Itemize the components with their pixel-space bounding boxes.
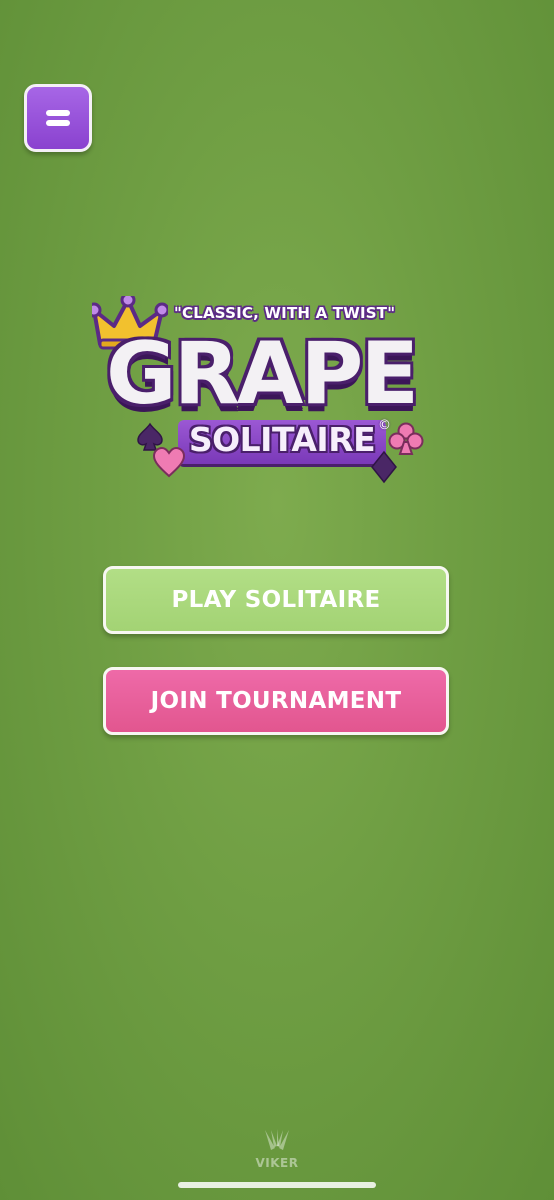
logo-title: GRAPE bbox=[106, 324, 419, 424]
join-tournament-button[interactable]: JOIN TOURNAMENT bbox=[103, 667, 449, 735]
viker-logo-text: VIKER bbox=[255, 1156, 299, 1170]
logo-tagline: "CLASSIC, WITH A TWIST" bbox=[174, 304, 396, 322]
home-indicator[interactable] bbox=[178, 1182, 376, 1188]
diamond-icon bbox=[371, 450, 397, 484]
play-solitaire-button[interactable]: PLAY SOLITAIRE bbox=[103, 566, 449, 634]
menu-button[interactable] bbox=[24, 84, 92, 152]
game-logo: "CLASSIC, WITH A TWIST" GRAPE SOLITAIRE … bbox=[88, 290, 458, 490]
viker-logo-icon bbox=[265, 1129, 289, 1150]
logo-subtitle: SOLITAIRE bbox=[188, 420, 376, 459]
heart-icon bbox=[152, 446, 186, 478]
viker-logo: VIKER bbox=[244, 1128, 310, 1176]
menu-icon bbox=[46, 108, 70, 128]
